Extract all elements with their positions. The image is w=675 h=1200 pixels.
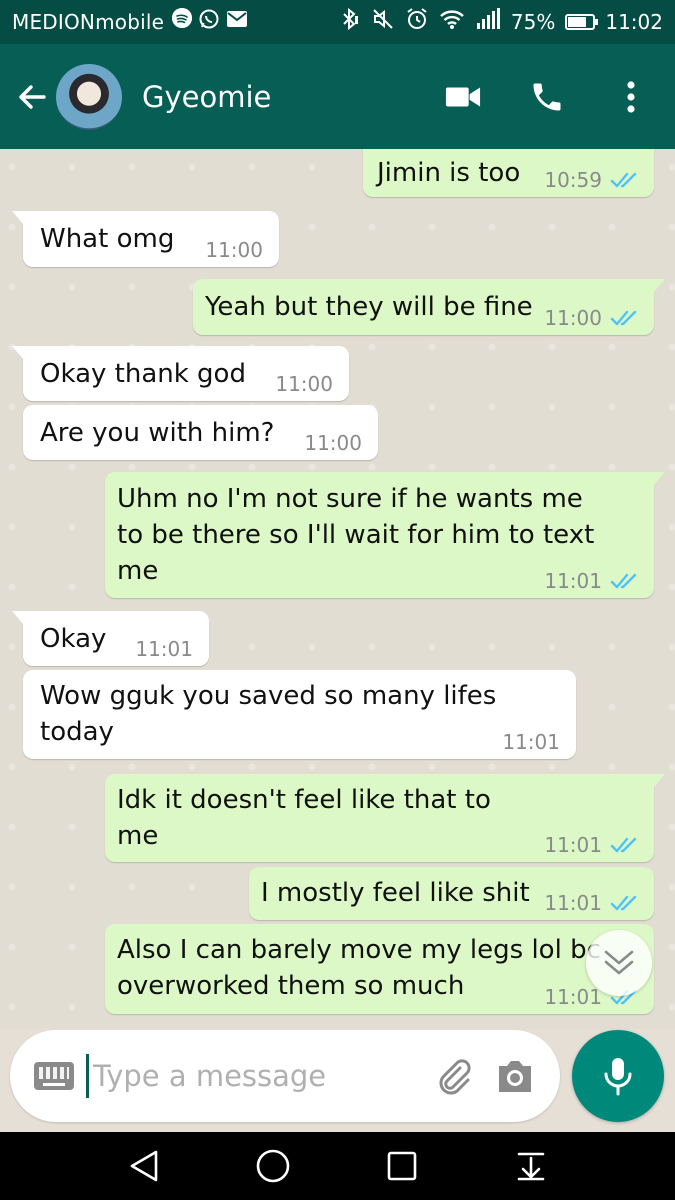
message-bubble-incoming[interactable]: Wow gguk you saved so many lifes today 1… [23, 670, 576, 759]
message-time: 11:01 [502, 730, 560, 754]
conversation-area[interactable]: Jimin is too 10:59 What omg 11:00 Yeah b… [0, 149, 675, 1029]
message-text: What omg [40, 224, 175, 254]
nav-recents-icon[interactable] [380, 1144, 424, 1188]
message-time: 10:59 [544, 168, 602, 192]
message-input[interactable] [91, 1058, 425, 1094]
battery-fill [568, 17, 587, 27]
message-bubble-outgoing[interactable]: Jimin is too 10:59 [363, 149, 654, 197]
mail-icon [226, 8, 248, 36]
scroll-to-bottom-button[interactable] [586, 930, 652, 996]
message-bubble-outgoing[interactable]: I mostly feel like shit 11:01 [249, 867, 654, 920]
carrier-name: MEDIONmobile [12, 10, 165, 34]
message-bubble-incoming[interactable]: What omg 11:00 [12, 211, 279, 267]
microphone-icon [604, 1058, 632, 1096]
message-time: 11:01 [544, 833, 602, 857]
read-receipt-icon [610, 172, 637, 188]
read-receipt-icon [610, 310, 637, 326]
bluetooth-icon [337, 7, 361, 37]
message-bubble-outgoing[interactable]: Uhm no I'm not sure if he wants me to be… [105, 472, 665, 598]
message-time: 11:00 [544, 306, 602, 330]
text-cursor [86, 1054, 89, 1098]
contact-avatar[interactable] [56, 63, 122, 130]
message-bubble-incoming[interactable]: Are you with him? 11:00 [23, 405, 378, 460]
attachment-icon[interactable] [431, 1054, 475, 1098]
message-composer [10, 1030, 560, 1122]
contact-name[interactable]: Gyeomie [142, 80, 271, 114]
message-text: Yeah but they will be fine [205, 292, 533, 322]
signal-icon [475, 8, 501, 36]
message-bubble-outgoing[interactable]: Also I can barely move my legs lol bc ov… [105, 924, 654, 1014]
message-text: Okay thank god [40, 359, 246, 389]
message-time: 11:01 [544, 891, 602, 915]
nav-home-icon[interactable] [251, 1144, 295, 1188]
message-text: Jimin is too [377, 158, 521, 188]
message-time: 11:01 [135, 637, 193, 661]
keyboard-icon[interactable] [34, 1062, 74, 1090]
message-time: 11:00 [304, 431, 362, 455]
message-bubble-incoming[interactable]: Okay 11:01 [12, 611, 209, 666]
status-clock: 11:02 [605, 10, 663, 34]
nav-notifications-icon[interactable] [509, 1144, 553, 1188]
alarm-icon [405, 7, 429, 37]
message-bubble-outgoing[interactable]: Idk it doesn't feel like that to me 11:0… [105, 774, 665, 862]
message-time: 11:01 [544, 569, 602, 593]
voice-record-button[interactable] [572, 1030, 664, 1122]
message-time: 11:00 [275, 372, 333, 396]
whatsapp-icon [198, 8, 220, 36]
battery-percent: 75% [510, 10, 556, 34]
chat-header: Gyeomie [0, 44, 675, 149]
message-bubble-incoming[interactable]: Okay thank god 11:00 [12, 346, 349, 401]
nav-back-icon[interactable] [122, 1144, 166, 1188]
mute-icon [371, 7, 395, 37]
system-nav-bar [0, 1132, 675, 1200]
read-receipt-icon [610, 895, 637, 911]
wifi-icon [439, 8, 465, 36]
message-text: Okay [40, 624, 107, 654]
spotify-icon [172, 8, 193, 28]
phone-call-icon[interactable] [529, 79, 565, 115]
message-text: I mostly feel like shit [261, 878, 530, 908]
read-receipt-icon [610, 573, 637, 589]
more-options-icon[interactable] [613, 79, 649, 115]
message-bubble-outgoing[interactable]: Yeah but they will be fine 11:00 [193, 279, 665, 335]
message-time: 11:00 [205, 238, 263, 262]
status-bar: MEDIONmobile 75% 11:02 [0, 0, 675, 44]
video-call-icon[interactable] [445, 79, 481, 115]
camera-icon[interactable] [493, 1054, 537, 1098]
battery-icon [565, 14, 599, 30]
message-text: Idk it doesn't feel like that to me [117, 785, 491, 851]
message-time: 11:01 [544, 985, 602, 1009]
message-text: Uhm no I'm not sure if he wants me to be… [117, 484, 595, 586]
message-text: Are you with him? [40, 418, 275, 448]
read-receipt-icon [610, 837, 637, 853]
back-arrow-icon[interactable] [14, 79, 50, 115]
message-text: Wow gguk you saved so many lifes today [40, 681, 497, 747]
